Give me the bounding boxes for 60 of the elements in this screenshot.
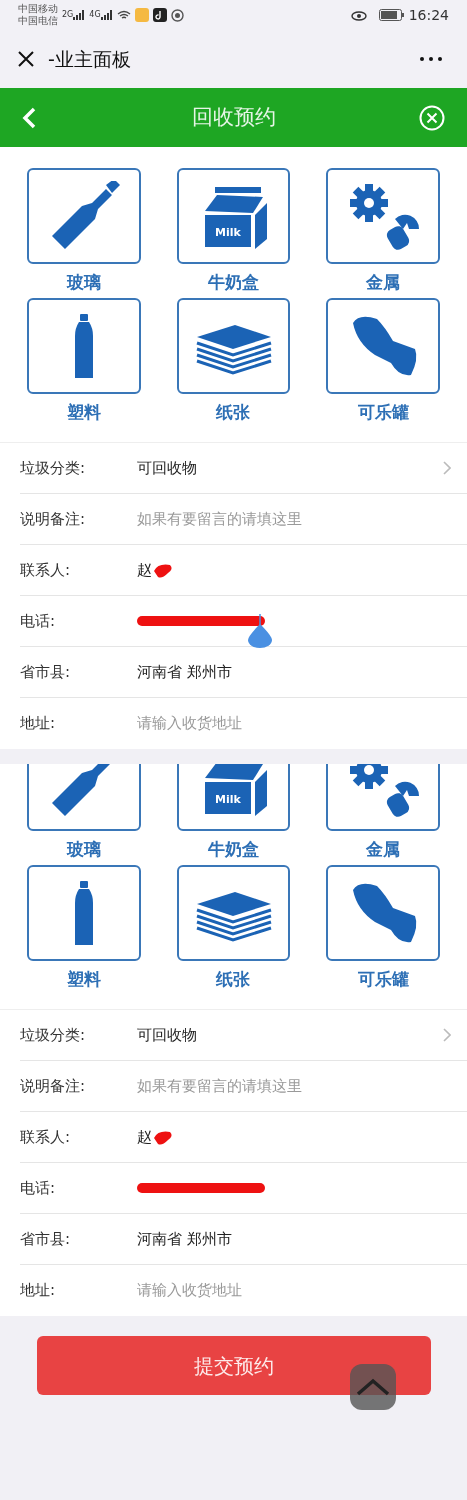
chevron-right-icon xyxy=(443,461,451,475)
field-label: 地址: xyxy=(20,713,57,735)
signal-icon xyxy=(100,10,113,20)
form-field[interactable]: 河南省 郑州市 xyxy=(137,660,451,684)
category-tile[interactable]: 塑料 xyxy=(27,298,141,428)
field-label: 垃圾分类: xyxy=(20,1024,87,1046)
form-field[interactable]: 如果有要留言的请填这里 xyxy=(137,507,451,531)
form-field[interactable]: 赵 xyxy=(137,1125,451,1149)
category-tile[interactable]: 可乐罐 xyxy=(326,865,440,995)
network-type: 2G xyxy=(62,10,74,19)
plastic-bottle-icon xyxy=(73,880,94,946)
circle-app-icon xyxy=(170,8,184,22)
form-field[interactable]: 河南省 郑州市 xyxy=(137,1227,451,1251)
category-tile[interactable]: 纸张 xyxy=(176,865,291,995)
field-label: 省市县: xyxy=(20,661,72,683)
category-tile[interactable]: 玻璃 xyxy=(27,764,141,865)
window-title: -业主面板 xyxy=(48,46,132,72)
category-tile[interactable]: 纸张 xyxy=(176,298,291,428)
music-app-icon xyxy=(152,8,167,22)
field-label: 说明备注: xyxy=(20,1075,87,1097)
eye-icon xyxy=(350,9,367,21)
submit-button[interactable]: 提交预约 xyxy=(36,1336,431,1395)
category-tile[interactable]: 可乐罐 xyxy=(326,298,440,428)
field-label: 地址: xyxy=(20,1280,57,1302)
form-field[interactable]: 请输入收货地址 xyxy=(137,1279,451,1302)
category-tile[interactable]: Milk 牛奶盒 xyxy=(176,168,291,298)
field-label: 电话: xyxy=(20,610,57,632)
form-field[interactable]: 可回收物 xyxy=(137,456,443,480)
more-icon xyxy=(420,57,442,61)
back-icon xyxy=(22,106,36,129)
form-field[interactable]: 赵 xyxy=(137,558,451,582)
page-title: 回收预约 xyxy=(190,103,277,131)
status-time: 16:24 xyxy=(408,5,449,25)
category-tile[interactable]: 金属 xyxy=(326,764,440,865)
carrier-name: 中国移动 xyxy=(18,3,58,15)
form-field[interactable]: 可回收物 xyxy=(137,1023,443,1047)
field-label: 联系人: xyxy=(20,559,72,581)
chevron-up-icon xyxy=(356,1378,390,1396)
category-tile[interactable]: 玻璃 xyxy=(27,168,141,298)
field-label: 说明备注: xyxy=(20,508,87,530)
field-label: 电话: xyxy=(20,1177,57,1199)
category-tile[interactable]: Milk 牛奶盒 xyxy=(176,764,291,865)
chevron-right-icon xyxy=(443,1028,451,1042)
battery-icon xyxy=(378,9,405,21)
scroll-to-top-button[interactable] xyxy=(350,1364,396,1410)
field-label: 省市县: xyxy=(20,1228,72,1250)
carrier-name: 中国电信 xyxy=(18,15,58,27)
category-tile[interactable]: 金属 xyxy=(326,168,440,298)
category-tile[interactable]: 塑料 xyxy=(27,865,141,995)
field-label: 垃圾分类: xyxy=(20,457,87,479)
wifi-icon xyxy=(116,10,131,20)
close-icon xyxy=(17,50,35,68)
signal-icon xyxy=(73,10,86,20)
cursor-handle-icon xyxy=(247,614,273,648)
network-type: 4G xyxy=(89,10,101,19)
form-field[interactable]: 如果有要留言的请填这里 xyxy=(137,1074,451,1098)
plastic-bottle-icon xyxy=(73,313,94,379)
close-circle-icon xyxy=(419,104,445,131)
form-field[interactable]: 请输入收货地址 xyxy=(137,712,451,735)
field-label: 联系人: xyxy=(20,1126,72,1148)
